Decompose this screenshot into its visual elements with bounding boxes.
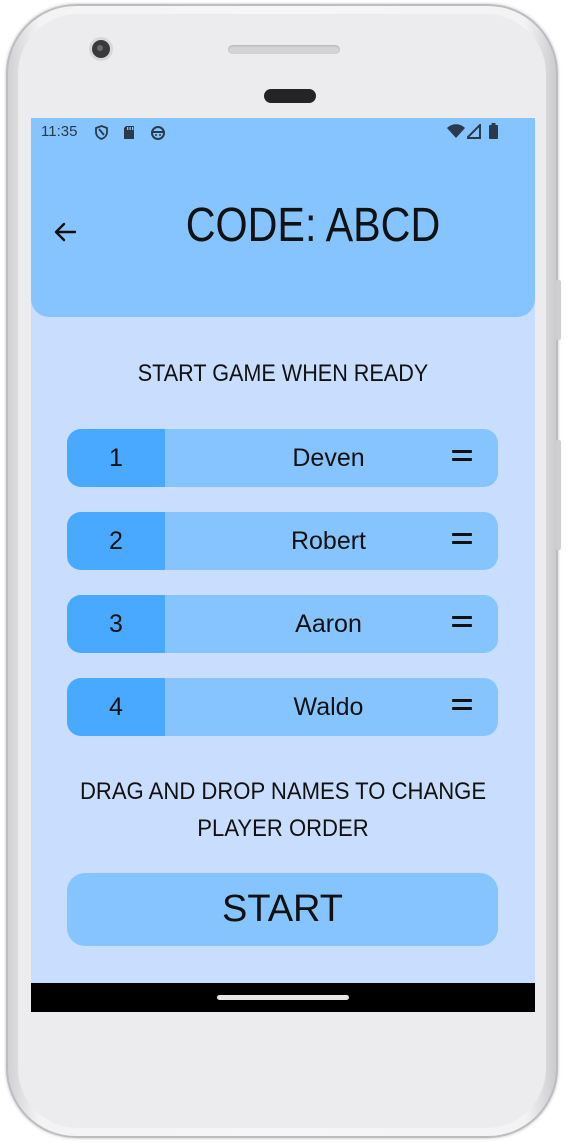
player-order-number: 4 (67, 678, 165, 736)
wifi-icon (447, 124, 465, 138)
player-row[interactable]: 4 Waldo (67, 678, 498, 736)
drag-handle-icon[interactable] (452, 450, 472, 464)
home-gesture-handle[interactable] (217, 995, 349, 1000)
player-order-number: 3 (67, 595, 165, 653)
player-order-number: 1 (67, 429, 165, 487)
android-robot-icon (151, 126, 165, 140)
navigation-bar (31, 983, 535, 1012)
player-list: 1 Deven 2 Robert 3 Aaron 4 Waldo (67, 429, 498, 761)
instruction-text: DRAG AND DROP NAMES TO CHANGE PLAYER ORD… (79, 773, 487, 847)
player-row[interactable]: 2 Robert (67, 512, 498, 570)
header-bar: 11:35 CODE: ABCD (31, 118, 535, 317)
battery-icon (489, 123, 498, 139)
player-row[interactable]: 3 Aaron (67, 595, 498, 653)
app-screen: 11:35 CODE: ABCD START GAME WHEN READY 1… (31, 118, 535, 1012)
player-order-number: 2 (67, 512, 165, 570)
arrow-left-icon[interactable] (51, 218, 79, 246)
earpiece-speaker (228, 45, 340, 54)
start-button[interactable]: START (67, 873, 498, 946)
volume-button (556, 440, 561, 550)
page-title: CODE: ABCD (185, 199, 441, 252)
player-name: Aaron (295, 609, 362, 638)
instruction-line: DRAG AND DROP NAMES TO CHANGE (79, 778, 487, 805)
status-time: 11:35 (41, 123, 78, 140)
cellular-signal-icon (467, 124, 481, 139)
drag-handle-icon[interactable] (452, 699, 472, 713)
shield-icon (95, 125, 108, 140)
status-bar: 11:35 (31, 118, 535, 146)
drag-handle-icon[interactable] (452, 616, 472, 630)
player-name: Waldo (293, 692, 364, 721)
instruction-line: PLAYER ORDER (197, 815, 369, 842)
player-name: Robert (290, 526, 367, 555)
proximity-sensor (264, 89, 316, 103)
player-row[interactable]: 1 Deven (67, 429, 498, 487)
power-button (556, 280, 561, 340)
status-message: START GAME WHEN READY (137, 360, 429, 387)
sd-card-icon (124, 126, 134, 139)
front-camera (92, 40, 110, 58)
drag-handle-icon[interactable] (452, 533, 472, 547)
player-name: Deven (292, 443, 365, 472)
